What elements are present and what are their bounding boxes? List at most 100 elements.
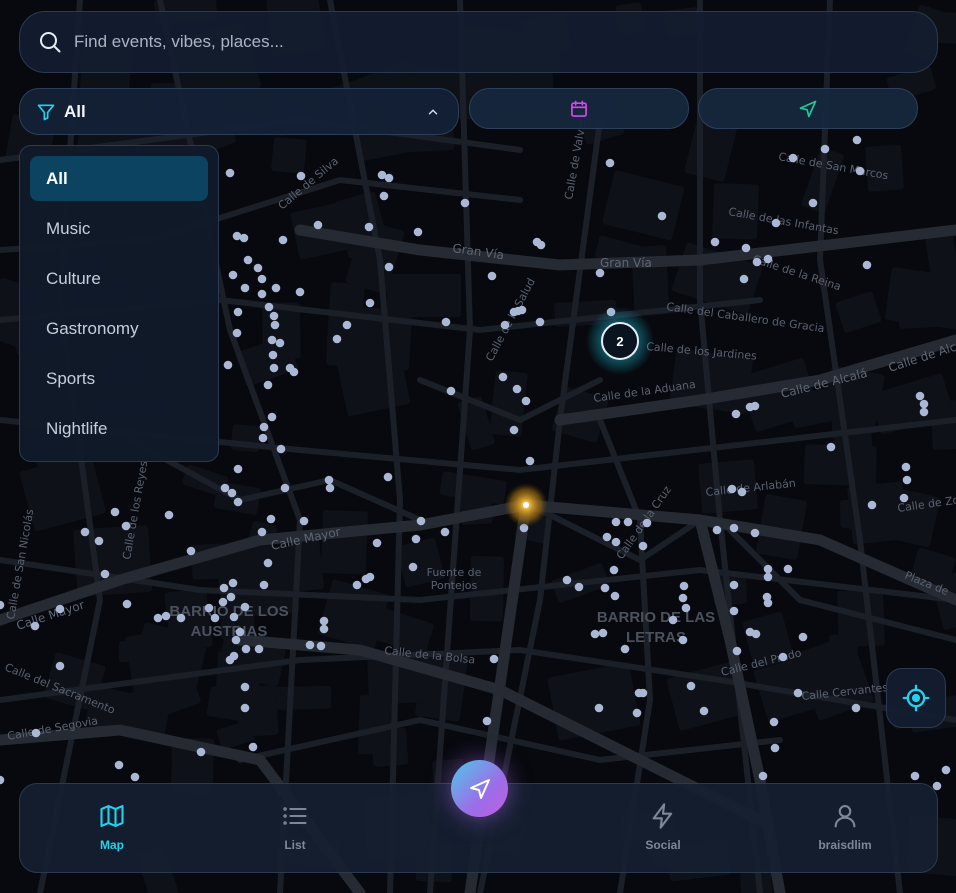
nav-map[interactable]: Map — [57, 802, 167, 852]
event-marker[interactable] — [862, 260, 872, 270]
event-marker[interactable] — [771, 218, 781, 228]
event-marker[interactable] — [269, 363, 279, 373]
category-option-sports[interactable]: Sports — [30, 356, 208, 401]
event-marker[interactable] — [788, 153, 798, 163]
event-marker[interactable] — [737, 487, 747, 497]
event-marker[interactable] — [225, 168, 235, 178]
event-marker[interactable] — [231, 635, 241, 645]
event-marker[interactable] — [793, 688, 803, 698]
event-marker[interactable] — [512, 384, 522, 394]
event-marker[interactable] — [268, 350, 278, 360]
event-marker[interactable] — [258, 433, 268, 443]
event-marker[interactable] — [278, 235, 288, 245]
event-marker[interactable] — [678, 635, 688, 645]
event-marker[interactable] — [598, 628, 608, 638]
event-marker[interactable] — [248, 742, 258, 752]
category-option-music[interactable]: Music — [30, 206, 208, 251]
event-marker[interactable] — [121, 521, 131, 531]
event-marker[interactable] — [605, 158, 615, 168]
event-marker[interactable] — [55, 604, 65, 614]
event-marker[interactable] — [712, 525, 722, 535]
event-marker[interactable] — [440, 527, 450, 537]
event-marker[interactable] — [535, 317, 545, 327]
locate-me-button[interactable] — [886, 668, 946, 728]
event-marker[interactable] — [383, 472, 393, 482]
event-marker[interactable] — [226, 592, 236, 602]
event-marker[interactable] — [254, 644, 264, 654]
event-marker[interactable] — [379, 191, 389, 201]
event-marker[interactable] — [30, 621, 40, 631]
event-marker[interactable] — [240, 283, 250, 293]
event-marker[interactable] — [364, 222, 374, 232]
event-marker[interactable] — [657, 211, 667, 221]
event-marker[interactable] — [498, 372, 508, 382]
event-marker[interactable] — [642, 518, 652, 528]
event-marker[interactable] — [232, 328, 242, 338]
event-marker[interactable] — [763, 598, 773, 608]
event-marker[interactable] — [915, 391, 925, 401]
event-marker[interactable] — [600, 583, 610, 593]
event-marker[interactable] — [94, 536, 104, 546]
event-marker[interactable] — [257, 527, 267, 537]
category-option-culture[interactable]: Culture — [30, 256, 208, 301]
event-marker[interactable] — [509, 425, 519, 435]
event-marker[interactable] — [408, 562, 418, 572]
event-marker[interactable] — [798, 632, 808, 642]
event-marker[interactable] — [681, 603, 691, 613]
event-marker[interactable] — [732, 646, 742, 656]
event-marker[interactable] — [296, 171, 306, 181]
event-marker[interactable] — [271, 283, 281, 293]
event-marker[interactable] — [590, 629, 600, 639]
event-marker[interactable] — [482, 716, 492, 726]
event-marker[interactable] — [851, 703, 861, 713]
event-marker[interactable] — [270, 320, 280, 330]
event-marker[interactable] — [257, 289, 267, 299]
event-marker[interactable] — [783, 564, 793, 574]
event-marker[interactable] — [678, 593, 688, 603]
event-marker[interactable] — [751, 629, 761, 639]
event-marker[interactable] — [295, 287, 305, 297]
event-marker[interactable] — [264, 302, 274, 312]
event-marker[interactable] — [253, 263, 263, 273]
event-marker[interactable] — [638, 541, 648, 551]
event-marker[interactable] — [441, 317, 451, 327]
event-marker[interactable] — [731, 409, 741, 419]
event-marker[interactable] — [316, 641, 326, 651]
category-filter-select[interactable]: All — [19, 88, 459, 135]
event-marker[interactable] — [361, 574, 371, 584]
event-marker[interactable] — [263, 558, 273, 568]
nearby-button[interactable] — [698, 88, 918, 129]
event-marker[interactable] — [122, 599, 132, 609]
event-marker[interactable] — [186, 546, 196, 556]
event-marker[interactable] — [384, 173, 394, 183]
event-marker[interactable] — [562, 575, 572, 585]
event-marker[interactable] — [225, 655, 235, 665]
event-marker[interactable] — [609, 565, 619, 575]
event-marker[interactable] — [218, 597, 228, 607]
event-marker[interactable] — [867, 500, 877, 510]
event-marker[interactable] — [153, 613, 163, 623]
event-marker[interactable] — [752, 257, 762, 267]
event-marker[interactable] — [902, 475, 912, 485]
event-marker[interactable] — [611, 517, 621, 527]
event-marker[interactable] — [240, 602, 250, 612]
event-marker[interactable] — [228, 578, 238, 588]
event-marker[interactable] — [594, 703, 604, 713]
event-marker[interactable] — [729, 523, 739, 533]
event-marker[interactable] — [763, 564, 773, 574]
event-marker[interactable] — [164, 510, 174, 520]
event-marker[interactable] — [763, 254, 773, 264]
event-marker[interactable] — [855, 166, 865, 176]
event-marker[interactable] — [770, 743, 780, 753]
event-marker[interactable] — [941, 765, 951, 775]
event-marker[interactable] — [679, 581, 689, 591]
event-marker[interactable] — [352, 580, 362, 590]
event-marker[interactable] — [769, 717, 779, 727]
event-marker[interactable] — [269, 311, 279, 321]
event-marker[interactable] — [500, 320, 510, 330]
event-marker[interactable] — [233, 464, 243, 474]
event-marker[interactable] — [699, 706, 709, 716]
event-marker[interactable] — [235, 627, 245, 637]
event-marker[interactable] — [239, 233, 249, 243]
event-marker[interactable] — [130, 772, 140, 782]
